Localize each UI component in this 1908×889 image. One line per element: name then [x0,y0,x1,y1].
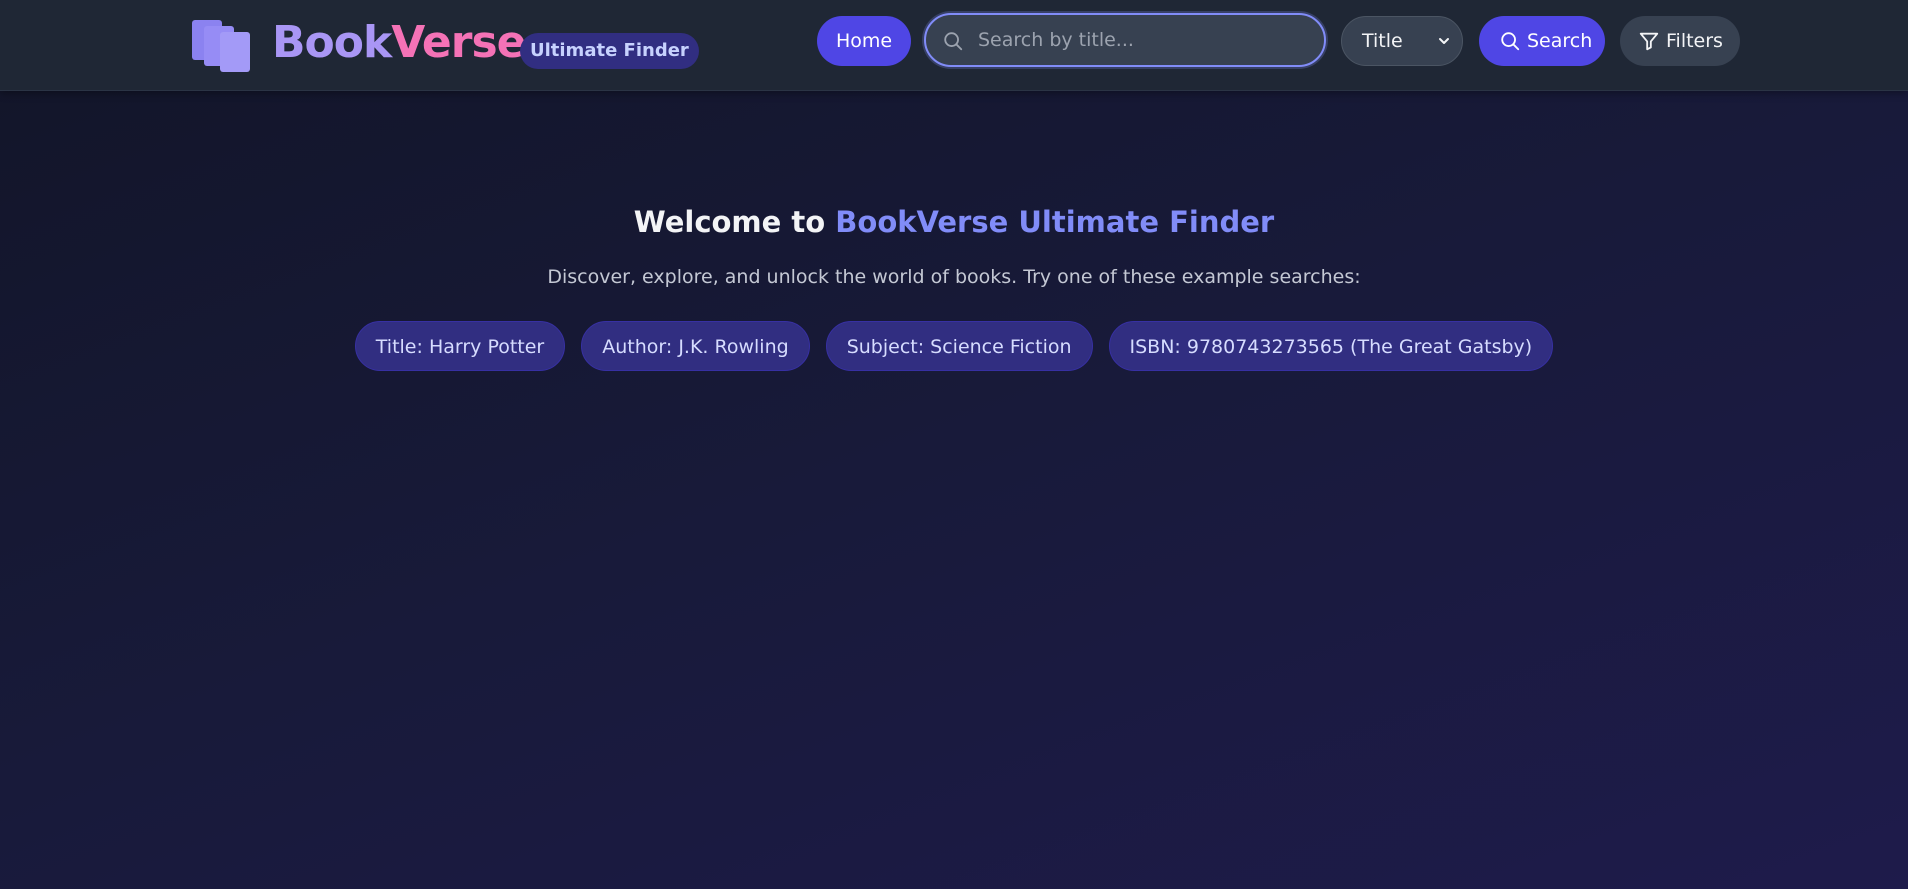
books-logo-icon [192,20,250,72]
search-placeholder: Search by title... [978,29,1134,51]
example-searches: Title: Harry Potter Author: J.K. Rowling… [0,321,1908,371]
search-icon [1501,32,1520,51]
search-button[interactable]: Search [1479,16,1605,66]
search-type-value: Title [1362,30,1403,52]
ultimate-finder-badge: Ultimate Finder [520,33,699,69]
search-button-label: Search [1527,30,1593,52]
example-chip-title[interactable]: Title: Harry Potter [354,321,566,371]
search-input[interactable]: Search by title... [924,13,1326,67]
home-button[interactable]: Home [817,16,911,66]
brand-logo-text[interactable]: BookVerse [272,14,526,72]
example-chip-author[interactable]: Author: J.K. Rowling [581,321,810,371]
welcome-heading: Welcome to BookVerse Ultimate Finder [0,200,1908,244]
chevron-down-icon [1439,38,1449,44]
funnel-icon [1639,32,1659,51]
welcome-prefix: Welcome to [633,205,836,239]
search-type-select[interactable]: Title [1341,16,1463,66]
filters-button[interactable]: Filters [1620,16,1740,66]
top-navbar: BookVerse Ultimate Finder Home Search by… [0,0,1908,91]
example-chip-subject[interactable]: Subject: Science Fiction [825,321,1093,371]
brand-verse: Verse [391,17,526,68]
filters-button-label: Filters [1666,30,1723,52]
welcome-subtitle: Discover, explore, and unlock the world … [547,266,1361,288]
brand-book: Book [272,17,392,68]
search-icon [944,32,963,51]
example-chip-isbn[interactable]: ISBN: 9780743273565 (The Great Gatsby) [1108,321,1554,371]
welcome-highlight: BookVerse Ultimate Finder [835,205,1275,239]
